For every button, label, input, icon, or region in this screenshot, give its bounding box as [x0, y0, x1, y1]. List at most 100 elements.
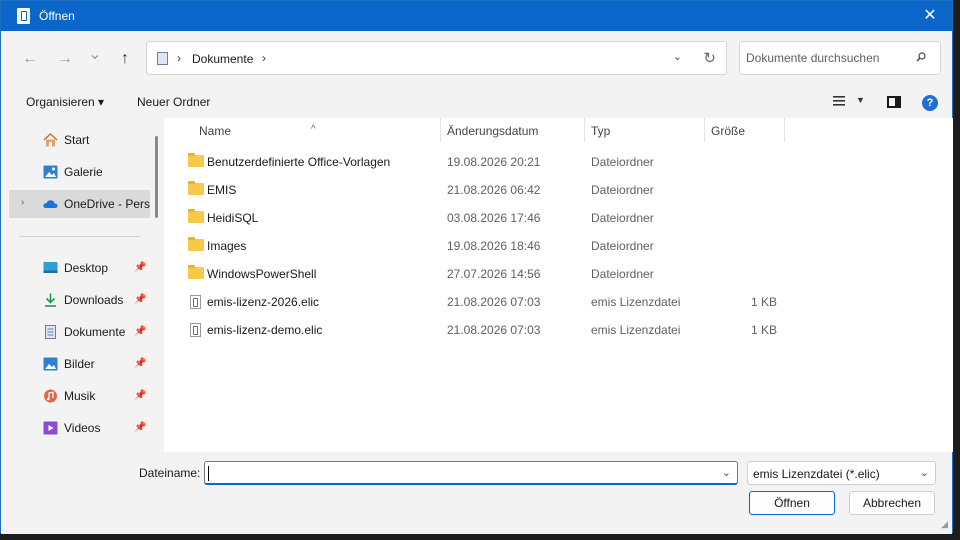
pin-icon[interactable]: 📌	[134, 262, 146, 273]
download-icon	[45, 293, 56, 307]
filter-dropdown-icon[interactable]: ⌄	[920, 466, 929, 479]
view-list-icon[interactable]	[833, 96, 845, 106]
sidebar-item-onedrive[interactable]: › OneDrive - Persönlich	[9, 190, 150, 218]
navigation-pane-scrollbar[interactable]	[155, 136, 158, 218]
sidebar-item-desktop[interactable]: Desktop 📌	[9, 254, 150, 282]
sidebar-item-label: Downloads	[64, 293, 124, 307]
file-type: emis Lizenzdatei	[591, 295, 681, 309]
file-type: Dateiordner	[591, 267, 654, 281]
search-box[interactable]	[739, 41, 941, 75]
refresh-icon[interactable]: ↻	[703, 49, 716, 67]
file-list: ^ Name Änderungsdatum Typ Größe Benutzer…	[164, 118, 953, 452]
filename-dropdown-icon[interactable]: ⌄	[722, 466, 731, 479]
folder-icon	[188, 209, 204, 223]
breadcrumb-separator-icon[interactable]: ›	[177, 51, 181, 65]
breadcrumb-separator-icon[interactable]: ›	[262, 51, 266, 65]
file-row[interactable]: EMIS 21.08.2026 06:42 Dateiordner	[178, 176, 938, 202]
column-header-date[interactable]: Änderungsdatum	[441, 118, 584, 144]
file-date: 03.08.2026 17:46	[447, 211, 541, 225]
command-bar: Organisieren ▾ Neuer Ordner ▼ ?	[1, 87, 952, 117]
text-caret	[208, 466, 209, 481]
file-name: emis-lizenz-2026.elic	[207, 295, 320, 309]
sidebar-item-galerie[interactable]: Galerie	[9, 158, 150, 186]
sidebar-item-label: Start	[64, 133, 90, 147]
preview-pane-icon[interactable]	[887, 96, 901, 108]
recent-locations-chevron-icon[interactable]: ⌄	[83, 45, 107, 65]
breadcrumb-item[interactable]: Dokumente	[192, 52, 253, 66]
file-size: 1 KB	[750, 323, 777, 337]
back-arrow-icon[interactable]: ←	[18, 49, 42, 69]
new-folder-button[interactable]: Neuer Ordner	[137, 95, 210, 109]
column-header-label: Änderungsdatum	[447, 124, 539, 138]
help-icon[interactable]: ?	[922, 95, 938, 111]
file-row[interactable]: emis-lizenz-demo.elic 21.08.2026 07:03 e…	[178, 316, 938, 342]
resize-grip-icon[interactable]: ◢	[941, 519, 948, 530]
filename-input[interactable]	[208, 465, 708, 481]
up-arrow-icon[interactable]: ↑	[113, 49, 137, 69]
file-row[interactable]: HeidiSQL 03.08.2026 17:46 Dateiordner	[178, 204, 938, 230]
pin-icon[interactable]: 📌	[134, 294, 146, 305]
pin-icon[interactable]: 📌	[134, 390, 146, 401]
column-header-label: Name	[199, 124, 232, 138]
folder-icon	[188, 153, 204, 167]
sidebar-item-musik[interactable]: Musik 📌	[9, 382, 150, 410]
sidebar-item-downloads[interactable]: Downloads 📌	[9, 286, 150, 314]
file-name: HeidiSQL	[207, 211, 259, 225]
file-type: Dateiordner	[591, 155, 654, 169]
sidebar-item-videos[interactable]: Videos 📌	[9, 414, 150, 442]
sidebar-item-bilder[interactable]: Bilder 📌	[9, 350, 150, 378]
pin-icon[interactable]: 📌	[134, 422, 146, 433]
license-file-icon	[190, 295, 201, 309]
cancel-button[interactable]: Abbrechen	[849, 491, 935, 515]
column-separator[interactable]	[784, 118, 785, 142]
address-dropdown-icon[interactable]: ⌄	[673, 50, 682, 63]
filename-combobox[interactable]: ⌄	[204, 461, 738, 485]
file-date: 19.08.2026 20:21	[447, 155, 541, 169]
file-name: WindowsPowerShell	[207, 267, 317, 281]
search-input[interactable]	[746, 51, 906, 65]
window-title: Öffnen	[39, 9, 75, 23]
file-type: Dateiordner	[591, 211, 654, 225]
document-location-icon	[157, 52, 168, 65]
expand-chevron-icon[interactable]: ›	[21, 197, 24, 208]
file-date: 21.08.2026 07:03	[447, 323, 541, 337]
file-row[interactable]: Benutzerdefinierte Office-Vorlagen 19.08…	[178, 148, 938, 174]
cloud-icon	[43, 200, 58, 208]
forward-arrow-icon[interactable]: →	[53, 49, 77, 69]
home-icon	[43, 133, 58, 147]
column-header-name[interactable]: ^ Name	[164, 118, 440, 144]
gallery-icon	[43, 165, 58, 179]
address-bar[interactable]: › Dokumente › ⌄ ↻	[146, 41, 727, 75]
column-header-label: Typ	[591, 124, 611, 138]
sidebar-item-label: OneDrive - Persönlich	[64, 197, 150, 211]
pictures-icon	[43, 357, 58, 371]
close-icon[interactable]: ✕	[908, 1, 952, 31]
pin-icon[interactable]: 📌	[134, 358, 146, 369]
sidebar-item-label: Dokumente	[64, 325, 126, 339]
view-dropdown-icon[interactable]: ▼	[856, 95, 865, 105]
file-row[interactable]: WindowsPowerShell 27.07.2026 14:56 Datei…	[178, 260, 938, 286]
title-bar: Öffnen ✕	[1, 1, 952, 31]
file-type-filter-value: emis Lizenzdatei (*.elic)	[753, 467, 880, 481]
navigation-pane: Start Galerie › OneDrive - Persönlich De…	[9, 118, 150, 452]
file-row[interactable]: emis-lizenz-2026.elic 21.08.2026 07:03 e…	[178, 288, 938, 314]
file-date: 19.08.2026 18:46	[447, 239, 541, 253]
column-header-size[interactable]: Größe	[705, 118, 784, 144]
folder-icon	[188, 237, 204, 251]
file-row[interactable]: Images 19.08.2026 18:46 Dateiordner	[178, 232, 938, 258]
pin-icon[interactable]: 📌	[134, 326, 146, 337]
dialog-footer: Dateiname: ⌄ emis Lizenzdatei (*.elic) ⌄…	[1, 452, 952, 534]
desktop-icon	[43, 262, 58, 273]
search-icon[interactable]	[916, 52, 926, 62]
organize-menu-button[interactable]: Organisieren ▾	[26, 95, 104, 109]
file-name: EMIS	[207, 183, 237, 197]
sidebar-item-start[interactable]: Start	[9, 126, 150, 154]
file-type: emis Lizenzdatei	[591, 323, 681, 337]
app-icon	[17, 8, 30, 24]
sidebar-divider	[19, 236, 140, 237]
file-type-filter-select[interactable]: emis Lizenzdatei (*.elic) ⌄	[747, 461, 936, 485]
open-button[interactable]: Öffnen	[749, 491, 835, 515]
column-header-type[interactable]: Typ	[585, 118, 704, 144]
sidebar-item-dokumente[interactable]: Dokumente 📌	[9, 318, 150, 346]
file-date: 21.08.2026 06:42	[447, 183, 541, 197]
